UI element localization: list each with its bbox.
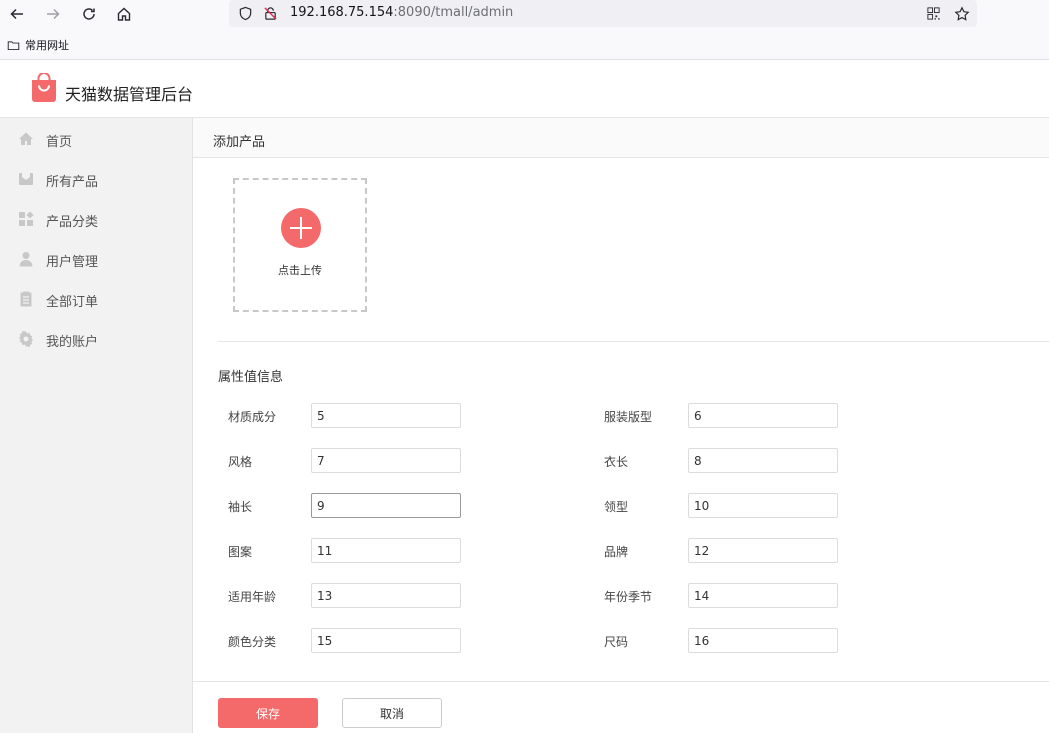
bookmark-folder-label: 常用网址 (25, 39, 69, 52)
sidebar-item-label: 我的账户 (46, 335, 99, 350)
main-panel: 添加产品 点击上传 属性值信息 材质成分 服装版型 风格 衣长 袖长 领型 图案… (193, 118, 1049, 733)
browser-toolbar: 192.168.75.154:8090/tmall/admin (0, 0, 1049, 30)
brand-input[interactable] (688, 538, 838, 563)
bookmarks-bar: 常用网址 (0, 30, 1049, 60)
field-label: 适用年龄 (228, 590, 277, 604)
app-title: 天猫数据管理后台 (65, 85, 194, 104)
field-label: 服装版型 (604, 410, 653, 424)
insecure-lock-icon[interactable] (262, 5, 279, 22)
save-button[interactable]: 保存 (218, 698, 318, 728)
field-label: 衣长 (604, 455, 629, 469)
sidebar-item-products[interactable]: 所有产品 (0, 159, 193, 199)
sidebar-item-label: 首页 (46, 135, 73, 150)
style-input[interactable] (311, 448, 461, 473)
category-icon (19, 211, 34, 226)
products-icon (19, 173, 33, 185)
home-icon (19, 132, 33, 145)
url-bar[interactable]: 192.168.75.154:8090/tmall/admin (229, 0, 977, 27)
url-path: :8090/tmall/admin (393, 5, 514, 20)
pattern-input[interactable] (311, 538, 461, 563)
upload-label: 点击上传 (278, 264, 322, 277)
field-label: 尺码 (604, 635, 629, 649)
cancel-button[interactable]: 取消 (342, 698, 442, 728)
fit-input[interactable] (688, 403, 838, 428)
user-icon (19, 252, 33, 267)
orders-icon (20, 291, 32, 307)
url-host: 192.168.75.154 (290, 5, 394, 20)
field-label: 风格 (228, 455, 253, 469)
app-header: 天猫数据管理后台 (0, 61, 1049, 118)
home-nav-icon[interactable] (112, 3, 136, 25)
color-input[interactable] (311, 628, 461, 653)
sidebar: 首页 所有产品 产品分类 用户管理 全部订单 我的账户 (0, 118, 193, 733)
section-title: 属性值信息 (218, 370, 284, 385)
sidebar-item-label: 全部订单 (46, 295, 99, 310)
field-label: 领型 (604, 500, 629, 514)
folder-icon (7, 40, 20, 50)
image-upload-area[interactable]: 点击上传 (233, 178, 367, 312)
sidebar-item-account[interactable]: 我的账户 (0, 319, 193, 359)
back-icon[interactable] (5, 3, 29, 25)
gear-icon (19, 331, 33, 347)
page-title: 添加产品 (213, 135, 266, 150)
field-label: 袖长 (228, 500, 253, 514)
material-input[interactable] (311, 403, 461, 428)
size-input[interactable] (688, 628, 838, 653)
sidebar-item-label: 用户管理 (46, 255, 99, 270)
field-label: 材质成分 (228, 410, 277, 424)
shield-icon[interactable] (237, 5, 254, 22)
sidebar-item-category[interactable]: 产品分类 (0, 199, 193, 239)
field-label: 图案 (228, 545, 253, 559)
forward-icon[interactable] (41, 3, 65, 25)
panel-header: 添加产品 (193, 118, 1049, 158)
field-label: 品牌 (604, 545, 629, 559)
sleeve-input[interactable] (311, 493, 461, 518)
collar-input[interactable] (688, 493, 838, 518)
sidebar-item-label: 所有产品 (46, 175, 99, 190)
field-label: 颜色分类 (228, 635, 277, 649)
divider (218, 341, 1049, 342)
season-input[interactable] (688, 583, 838, 608)
shopping-bag-logo-icon (32, 73, 56, 102)
field-label: 年份季节 (604, 590, 653, 604)
sidebar-item-label: 产品分类 (46, 215, 99, 230)
form-footer: 保存 取消 (193, 681, 1049, 733)
plus-icon[interactable] (281, 208, 321, 248)
sidebar-item-home[interactable]: 首页 (0, 119, 193, 159)
age-input[interactable] (311, 583, 461, 608)
sidebar-item-orders[interactable]: 全部订单 (0, 279, 193, 319)
bookmark-star-icon[interactable] (953, 5, 970, 22)
bookmark-folder[interactable]: 常用网址 (6, 37, 69, 53)
length-input[interactable] (688, 448, 838, 473)
qr-code-icon[interactable] (925, 5, 942, 22)
sidebar-item-users[interactable]: 用户管理 (0, 239, 193, 279)
url-text[interactable]: 192.168.75.154:8090/tmall/admin (290, 5, 513, 20)
reload-icon[interactable] (77, 3, 101, 25)
